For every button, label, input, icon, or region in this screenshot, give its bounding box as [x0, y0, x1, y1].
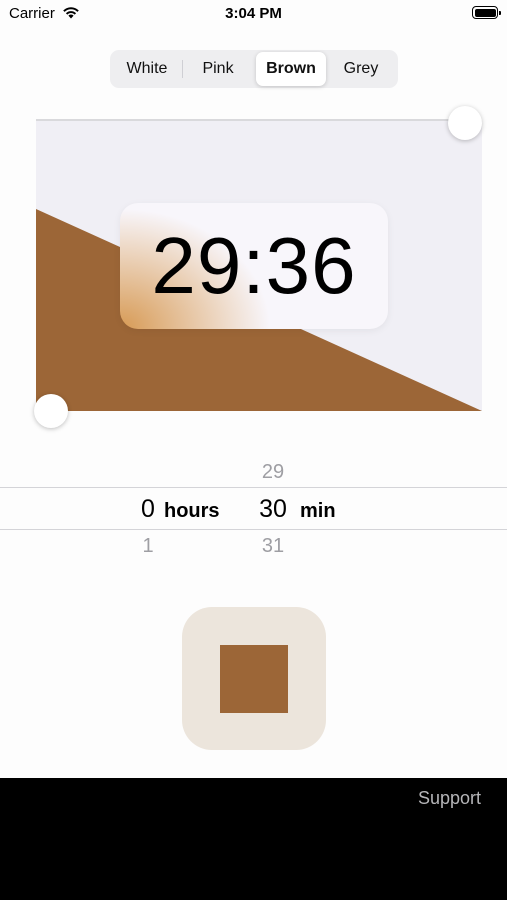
hours-selected[interactable]: 0 [133, 495, 163, 524]
duration-picker[interactable]: 0 hours 1 29 30 min 31 [0, 455, 507, 575]
stop-button[interactable] [182, 607, 326, 750]
footer-bar: Support [0, 778, 507, 900]
minutes-unit: min [300, 500, 336, 522]
battery-icon [472, 6, 501, 19]
hours-unit: hours [164, 500, 220, 522]
picker-top-line [0, 487, 507, 488]
minutes-above[interactable]: 29 [253, 461, 293, 484]
segment-brown[interactable]: Brown [256, 52, 326, 86]
timer-display: 29:36 [151, 221, 357, 310]
battery-tip [499, 10, 501, 15]
picker-bottom-line [0, 529, 507, 530]
top-slider-knob[interactable] [448, 106, 482, 140]
minutes-below[interactable]: 31 [253, 535, 293, 558]
stop-icon [220, 645, 288, 713]
bottom-slider-knob[interactable] [34, 394, 68, 428]
timer-card: 29:36 [120, 203, 388, 329]
battery-fill [474, 8, 496, 17]
color-segmented-control: White Pink Brown Grey [110, 50, 398, 88]
segment-white[interactable]: White [112, 52, 182, 86]
minutes-selected[interactable]: 30 [253, 495, 293, 524]
hours-below[interactable]: 1 [133, 535, 163, 558]
segment-pink[interactable]: Pink [183, 52, 253, 86]
status-bar: Carrier 3:04 PM [0, 0, 507, 28]
support-link[interactable]: Support [418, 788, 481, 809]
segment-grey[interactable]: Grey [326, 52, 396, 86]
status-time: 3:04 PM [225, 5, 282, 22]
